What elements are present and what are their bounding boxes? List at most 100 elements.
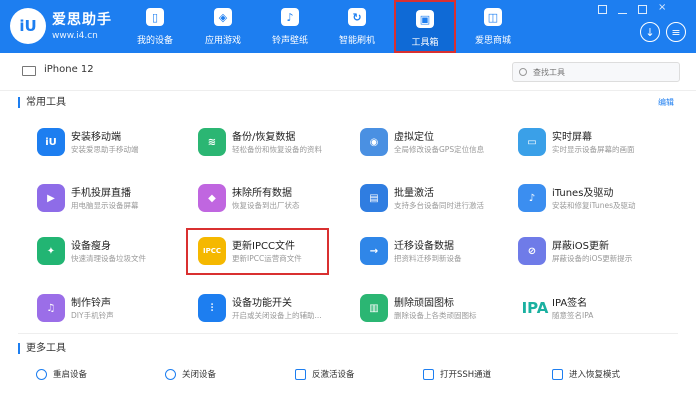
tool-desc: 支持多台设备同时进行激活 [394,201,484,210]
tab-label: 爱思商城 [474,36,511,46]
shop-icon: ◫ [484,8,502,26]
terminal-icon [423,369,434,380]
tool-name: iTunes及驱动 [552,188,614,199]
minimize-icon[interactable] [618,5,627,14]
tool-desc: 实时显示设备屏幕的画面 [552,145,635,154]
device-name[interactable]: iPhone 12 [44,64,94,75]
tool-name: 虚拟定位 [394,132,434,143]
search-box[interactable] [512,62,680,82]
recovery-icon [552,369,563,380]
skin-icon[interactable] [598,5,607,14]
phone-icon: ▯ [146,8,164,26]
tool-item[interactable]: ≋ 备份/恢复数据轻松备份和恢复设备的资料 [198,124,358,164]
tool-icon: ◆ [198,184,226,212]
music-icon: ♪ [281,8,299,26]
more-tool-label: 重启设备 [53,370,88,380]
device-icon [22,66,36,76]
tool-name: 制作铃声 [71,298,111,309]
tool-item[interactable]: ⊘ 屏蔽iOS更新 屏蔽设备的iOS更新提示 [518,233,678,273]
tool-item[interactable]: ▥ 删除顽固图标删除设备上各类顽固图标 [360,290,520,330]
tool-icon: ⫶ [198,294,226,322]
app-logo: iU [10,8,46,44]
toolbox-icon: ▣ [416,10,434,28]
tool-icon: ≋ [198,128,226,156]
tool-item[interactable]: ▤ 批量激活支持多台设备同时进行激活 [360,180,520,220]
tab-my-device[interactable]: ▯ 我的设备 [124,0,186,53]
tool-item[interactable]: ▶ 手机投屏直播 用电脑显示设备屏幕 [37,180,197,220]
tab-toolbox[interactable]: ▣ 工具箱 [394,0,456,53]
menu-button[interactable]: ≡ [666,22,686,42]
restart-icon [36,369,47,380]
tool-icon: IPA [518,294,552,322]
tool-icon: iU [37,128,65,156]
close-icon[interactable]: × [658,3,667,13]
tool-name: 迁移设备数据 [394,241,454,252]
tab-ringtones[interactable]: ♪ 铃声壁纸 [259,0,321,53]
tool-icon: ▤ [360,184,388,212]
device-row: iPhone 12 [0,53,696,91]
tool-item[interactable]: ▭ 实时屏幕实时显示设备屏幕的画面 [518,124,678,164]
deactivate-icon [295,369,306,380]
common-tools-title: 常用工具 [18,97,66,108]
edit-link[interactable]: 编辑 [658,97,674,108]
tool-name: 安装移动端 [71,132,121,143]
tool-icon: ▭ [518,128,546,156]
maximize-icon[interactable] [638,5,647,14]
power-icon [165,369,176,380]
tool-name: 实时屏幕 [552,132,592,143]
tool-icon: ♪ [518,184,546,212]
tool-name: 批量激活 [394,188,434,199]
tab-label: 我的设备 [136,36,173,46]
tool-name: 删除顽固图标 [394,298,454,309]
tool-item[interactable]: iU 安装移动端安装爱思助手移动端 [37,124,197,164]
divider [18,333,678,334]
tool-icon: ▥ [360,294,388,322]
tool-item[interactable]: ⫶ 设备功能开关开启或关闭设备上的辅助... [198,290,358,330]
tool-desc: 屏蔽设备的iOS更新提示 [552,254,633,263]
tool-desc: 轻松备份和恢复设备的资料 [232,145,322,154]
tab-shop[interactable]: ◫ 爱思商城 [462,0,524,53]
more-tool-label: 反激活设备 [312,370,355,380]
tool-item[interactable]: IPA IPA签名 随意签名IPA [518,290,678,330]
tool-name: 备份/恢复数据 [232,132,296,143]
highlight-box [186,228,329,275]
tab-label: 应用游戏 [204,36,241,46]
tool-item[interactable]: ◉ 虚拟定位 全局修改设备GPS定位信息 [360,124,520,164]
refresh-icon: ↻ [348,8,366,26]
tool-name: 抹除所有数据 [232,188,292,199]
tool-desc: 安装和修复iTunes及驱动 [552,201,636,210]
brand: 爱思助手 www.i4.cn [52,9,112,41]
tab-label: 工具箱 [411,38,439,48]
tool-desc: 把资料迁移到新设备 [394,254,462,263]
tool-icon: → [360,237,388,265]
brand-name: 爱思助手 [52,12,112,28]
tool-name: 屏蔽iOS更新 [552,241,609,252]
tool-item[interactable]: → 迁移设备数据 把资料迁移到新设备 [360,233,520,273]
tab-flash[interactable]: ↻ 智能刷机 [326,0,388,53]
tab-label: 铃声壁纸 [271,36,308,46]
brand-url: www.i4.cn [52,31,98,41]
tool-icon: ✦ [37,237,65,265]
tool-icon: ♫ [37,294,65,322]
tool-item[interactable]: ♪ iTunes及驱动安装和修复iTunes及驱动 [518,180,678,220]
tool-desc: 用电脑显示设备屏幕 [71,201,139,210]
cube-icon: ◈ [214,8,232,26]
tool-desc: 安装爱思助手移动端 [71,145,139,154]
tool-desc: 快速清理设备垃圾文件 [71,254,146,263]
tool-item[interactable]: ✦ 设备瘦身快速清理设备垃圾文件 [37,233,197,273]
tool-desc: 删除设备上各类顽固图标 [394,311,477,320]
tool-icon: ▶ [37,184,65,212]
more-tool-label: 打开SSH通道 [440,370,492,380]
tool-item[interactable]: ♫ 制作铃声 DIY手机铃声 [37,290,197,330]
tool-desc: 开启或关闭设备上的辅助... [232,311,322,320]
tool-name: 手机投屏直播 [71,188,131,199]
tab-apps-games[interactable]: ◈ 应用游戏 [192,0,254,53]
tool-icon: ◉ [360,128,388,156]
tool-item[interactable]: ◆ 抹除所有数据 恢复设备到出厂状态 [198,180,358,220]
search-input[interactable] [531,65,671,80]
tool-name: 设备功能开关 [232,298,292,309]
download-button[interactable]: ↓ [640,22,660,42]
tool-desc: 恢复设备到出厂状态 [232,201,300,210]
tool-desc: 随意签名IPA [552,311,594,320]
tool-name: 设备瘦身 [71,241,111,252]
